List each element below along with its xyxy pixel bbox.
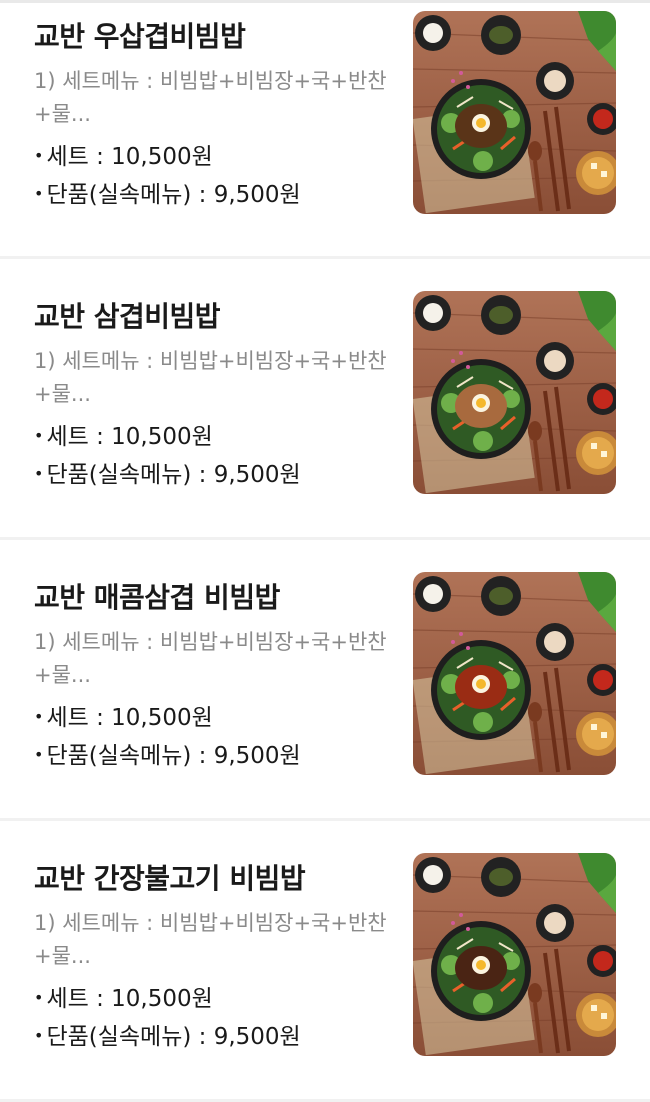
bullet: • (34, 1026, 44, 1045)
set-price-text: 세트 : 10,500원 (46, 986, 213, 1012)
menu-item[interactable]: 교반 삼겹비빔밥 1) 세트메뉴 : 비빔밥+비빔장+국+반찬+물... • 세트… (0, 259, 650, 540)
bullet: • (34, 426, 44, 445)
set-price-text: 세트 : 10,500원 (46, 705, 213, 731)
bullet: • (34, 745, 44, 764)
menu-item-photo[interactable] (413, 572, 616, 775)
single-price-text: 단품(실속메뉴) : 9,500원 (46, 1024, 301, 1050)
single-price-text: 단품(실속메뉴) : 9,500원 (46, 182, 301, 208)
menu-item-description: 1) 세트메뉴 : 비빔밥+비빔장+국+반찬+물... (34, 69, 387, 126)
menu-item-info: 교반 우삽겹비빔밥 1) 세트메뉴 : 비빔밥+비빔장+국+반찬+물... • 세… (34, 17, 394, 215)
bullet: • (34, 988, 44, 1007)
menu-item-name: 교반 간장불고기 비빔밥 (34, 862, 306, 895)
menu-item-photo[interactable] (413, 291, 616, 494)
set-price-text: 세트 : 10,500원 (46, 144, 213, 170)
menu-item-name: 교반 우삽겹비빔밥 (34, 20, 246, 53)
menu-item[interactable]: 교반 매콤삼겹 비빔밥 1) 세트메뉴 : 비빔밥+비빔장+국+반찬+물... … (0, 540, 650, 821)
menu-item-description: 1) 세트메뉴 : 비빔밥+비빔장+국+반찬+물... (34, 349, 387, 406)
set-price-text: 세트 : 10,500원 (46, 424, 213, 450)
single-price: • 단품(실속메뉴) : 9,500원 (34, 457, 394, 495)
bullet: • (34, 146, 44, 165)
menu-item[interactable]: 교반 간장불고기 비빔밥 1) 세트메뉴 : 비빔밥+비빔장+국+반찬+물...… (0, 821, 650, 1102)
menu-item-info: 교반 매콤삼겹 비빔밥 1) 세트메뉴 : 비빔밥+비빔장+국+반찬+물... … (34, 578, 394, 776)
menu-item-info: 교반 삼겹비빔밥 1) 세트메뉴 : 비빔밥+비빔장+국+반찬+물... • 세트… (34, 297, 394, 495)
bullet: • (34, 184, 44, 203)
menu-item[interactable]: 교반 우삽겹비빔밥 1) 세트메뉴 : 비빔밥+비빔장+국+반찬+물... • 세… (0, 3, 650, 259)
set-price: • 세트 : 10,500원 (34, 981, 394, 1019)
set-price: • 세트 : 10,500원 (34, 700, 394, 738)
menu-item-photo[interactable] (413, 853, 616, 1056)
menu-item-name: 교반 삼겹비빔밥 (34, 300, 221, 333)
single-price: • 단품(실속메뉴) : 9,500원 (34, 738, 394, 776)
single-price-text: 단품(실속메뉴) : 9,500원 (46, 743, 301, 769)
bullet: • (34, 707, 44, 726)
menu-item-info: 교반 간장불고기 비빔밥 1) 세트메뉴 : 비빔밥+비빔장+국+반찬+물...… (34, 859, 394, 1057)
single-price: • 단품(실속메뉴) : 9,500원 (34, 1019, 394, 1057)
menu-item-photo[interactable] (413, 11, 616, 214)
single-price: • 단품(실속메뉴) : 9,500원 (34, 177, 394, 215)
menu-list: 교반 우삽겹비빔밥 1) 세트메뉴 : 비빔밥+비빔장+국+반찬+물... • 세… (0, 3, 650, 1102)
menu-item-description: 1) 세트메뉴 : 비빔밥+비빔장+국+반찬+물... (34, 911, 387, 968)
bullet: • (34, 464, 44, 483)
menu-item-name: 교반 매콤삼겹 비빔밥 (34, 581, 280, 614)
set-price: • 세트 : 10,500원 (34, 419, 394, 457)
menu-item-description: 1) 세트메뉴 : 비빔밥+비빔장+국+반찬+물... (34, 630, 387, 687)
single-price-text: 단품(실속메뉴) : 9,500원 (46, 462, 301, 488)
set-price: • 세트 : 10,500원 (34, 139, 394, 177)
